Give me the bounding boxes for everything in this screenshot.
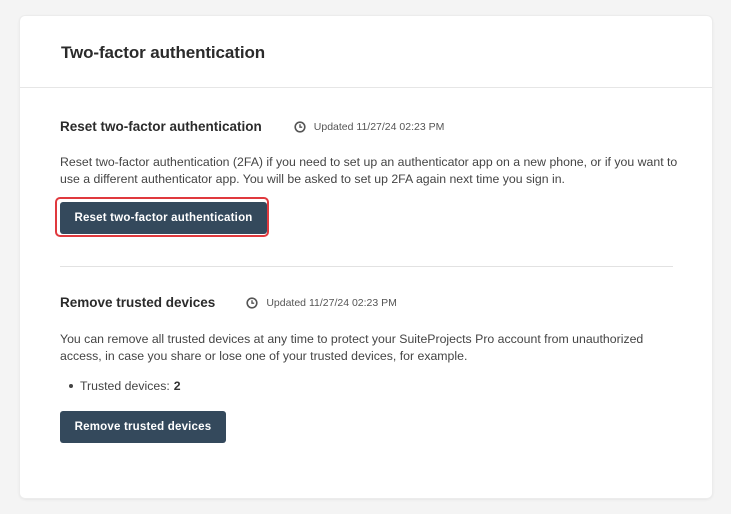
trusted-devices-updated-text: Updated 11/27/24 02:23 PM	[266, 297, 397, 309]
remove-trusted-devices-button[interactable]: Remove trusted devices	[60, 411, 226, 443]
reset-2fa-description: Reset two-factor authentication (2FA) if…	[60, 155, 678, 186]
trusted-devices-count: Trusted devices: 2	[69, 379, 181, 393]
trusted-devices-header: Remove trusted devices Updated 11/27/24 …	[60, 293, 397, 313]
clock-icon	[294, 121, 306, 133]
reset-2fa-updated: Updated 11/27/24 02:23 PM	[294, 121, 445, 133]
trusted-devices-description: You can remove all trusted devices at an…	[60, 332, 644, 363]
reset-2fa-header: Reset two-factor authentication Updated …	[60, 117, 444, 137]
trusted-devices-count-label: Trusted devices:	[80, 379, 170, 393]
trusted-devices-updated: Updated 11/27/24 02:23 PM	[246, 297, 397, 309]
page-title: Two-factor authentication	[61, 43, 266, 62]
two-factor-auth-card: Two-factor authentication Reset two-fact…	[20, 16, 712, 498]
section-divider	[60, 266, 673, 267]
bullet-dot	[69, 384, 73, 388]
clock-icon	[246, 297, 258, 309]
trusted-devices-title: Remove trusted devices	[60, 295, 216, 310]
reset-2fa-updated-text: Updated 11/27/24 02:23 PM	[313, 121, 445, 133]
card-header: Two-factor authentication	[20, 16, 712, 88]
reset-2fa-button[interactable]: Reset two-factor authentication	[60, 202, 267, 234]
reset-2fa-title: Reset two-factor authentication	[60, 119, 262, 134]
trusted-devices-count-value: 2	[173, 379, 181, 393]
